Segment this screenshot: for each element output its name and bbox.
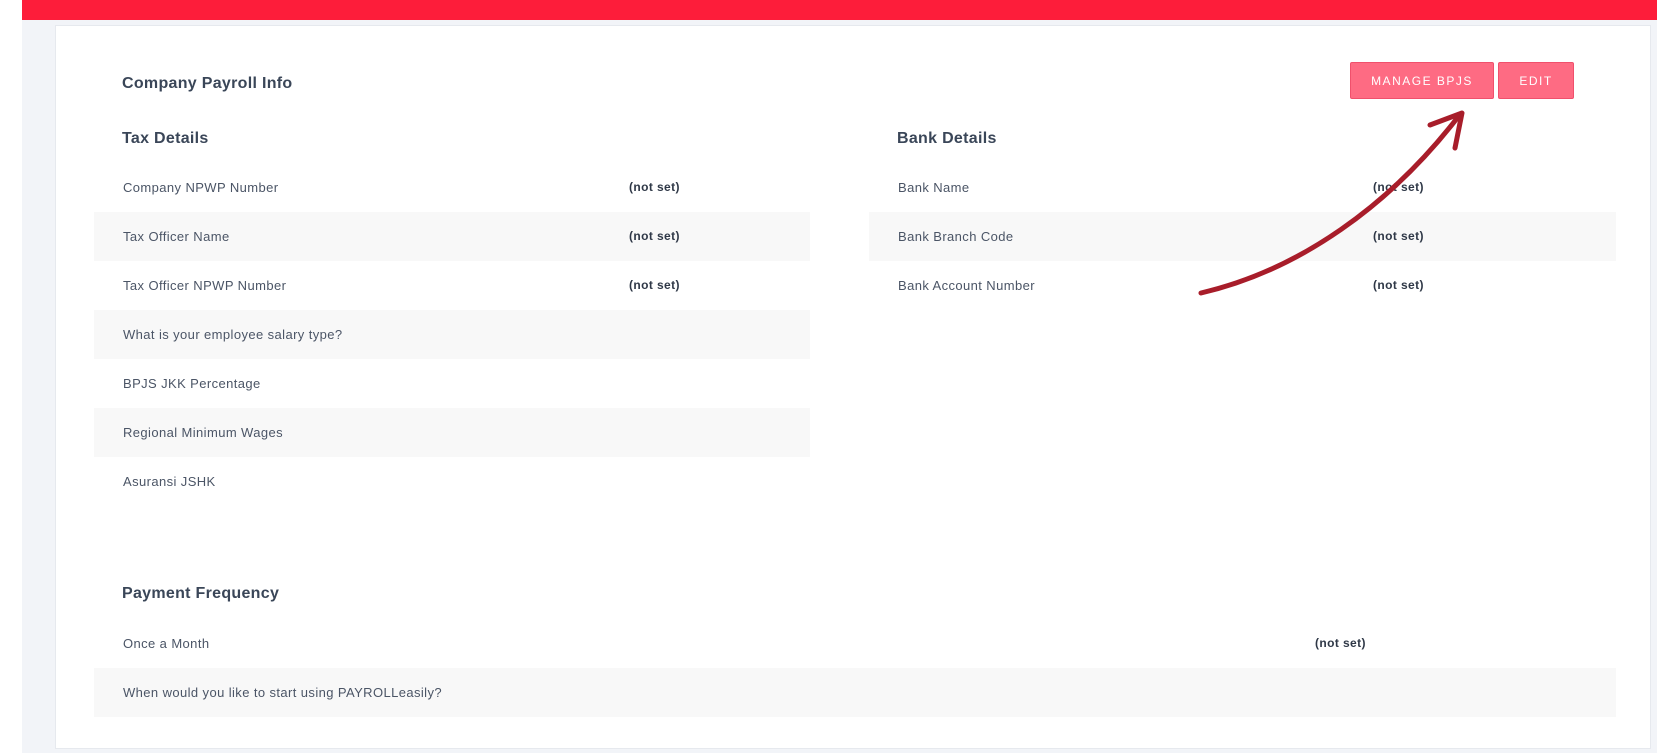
table-row-company-npwp: Company NPWP Number (not set): [94, 163, 810, 212]
table-row-bpjs-jkk: BPJS JKK Percentage: [94, 359, 810, 408]
row-label: Bank Name: [898, 180, 970, 195]
row-label: Regional Minimum Wages: [123, 425, 284, 440]
tax-details-title: Tax Details: [122, 130, 209, 147]
company-payroll-card: Company Payroll Info MANAGE BPJS EDIT Ta…: [55, 25, 1651, 749]
table-row-once-a-month: Once a Month (not set): [94, 619, 1616, 668]
row-label: Tax Officer Name: [123, 229, 230, 244]
table-row-regional-minimum-wages: Regional Minimum Wages: [94, 408, 810, 457]
row-value: (not set): [1373, 229, 1424, 243]
row-label: Once a Month: [123, 636, 210, 651]
edit-button[interactable]: EDIT: [1498, 62, 1574, 99]
table-row-salary-type: What is your employee salary type?: [94, 310, 810, 359]
table-row-bank-name: Bank Name (not set): [869, 163, 1616, 212]
row-label: Asuransi JSHK: [123, 474, 216, 489]
row-label: BPJS JKK Percentage: [123, 376, 261, 391]
top-navigation-bar: [22, 0, 1657, 20]
table-row-tax-officer-name: Tax Officer Name (not set): [94, 212, 810, 261]
row-value: (not set): [1373, 278, 1424, 292]
row-label: Bank Branch Code: [898, 229, 1014, 244]
row-value: (not set): [629, 278, 680, 292]
row-value: (not set): [1315, 636, 1366, 650]
manage-bpjs-button[interactable]: MANAGE BPJS: [1350, 62, 1494, 99]
sidebar-edge: [0, 0, 22, 753]
card-title: Company Payroll Info: [122, 75, 293, 92]
table-row-bank-account-number: Bank Account Number (not set): [869, 261, 1616, 310]
row-label: Tax Officer NPWP Number: [123, 278, 287, 293]
row-label: Company NPWP Number: [123, 180, 279, 195]
table-row-asuransi-jshk: Asuransi JSHK: [94, 457, 810, 506]
table-row-bank-branch-code: Bank Branch Code (not set): [869, 212, 1616, 261]
bank-details-title: Bank Details: [897, 130, 997, 147]
row-value: (not set): [1373, 180, 1424, 194]
row-value: (not set): [629, 229, 680, 243]
row-label: When would you like to start using PAYRO…: [123, 685, 442, 700]
table-row-start-date: When would you like to start using PAYRO…: [94, 668, 1616, 717]
row-label: Bank Account Number: [898, 278, 1035, 293]
payment-frequency-title: Payment Frequency: [122, 585, 280, 602]
row-label: What is your employee salary type?: [123, 327, 343, 342]
table-row-tax-officer-npwp: Tax Officer NPWP Number (not set): [94, 261, 810, 310]
row-value: (not set): [629, 180, 680, 194]
